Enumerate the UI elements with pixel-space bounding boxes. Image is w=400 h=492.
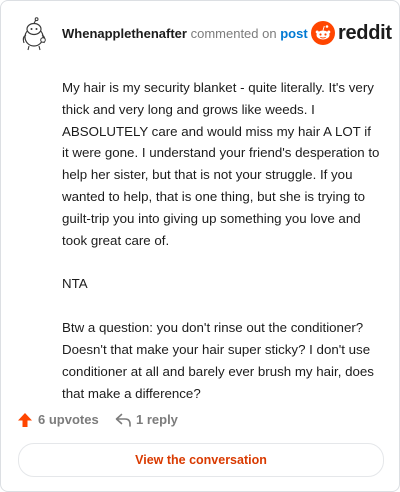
view-conversation-button[interactable]: View the conversation bbox=[18, 443, 384, 477]
reply-count: 1 reply bbox=[136, 412, 178, 427]
reddit-logo-icon bbox=[311, 21, 335, 45]
comment-paragraph-1: My hair is my security blanket - quite l… bbox=[62, 80, 380, 248]
reddit-wordmark: reddit bbox=[338, 22, 392, 44]
reply-arrow-icon bbox=[115, 413, 131, 427]
comment-body: My hair is my security blanket - quite l… bbox=[62, 77, 380, 426]
upvote-button[interactable]: 6 upvotes bbox=[17, 410, 101, 430]
snoo-avatar-icon[interactable] bbox=[17, 17, 51, 51]
commented-on-text: commented on bbox=[190, 26, 277, 41]
comment-meta: Whenapplethenafter commented on post bbox=[62, 26, 308, 42]
comment-paragraph-2: NTA bbox=[62, 276, 88, 292]
upvote-arrow-icon bbox=[18, 413, 32, 427]
post-link[interactable]: post bbox=[280, 26, 307, 41]
comment-header: Whenapplethenafter commented on post red… bbox=[1, 1, 399, 65]
reply-button[interactable]: 1 reply bbox=[115, 410, 185, 430]
upvote-count: 6 upvotes bbox=[38, 412, 99, 427]
comment-paragraph-3: Btw a question: you don't rinse out the … bbox=[62, 320, 374, 401]
comment-card: Whenapplethenafter commented on post red… bbox=[0, 0, 400, 492]
username-link[interactable]: Whenapplethenafter bbox=[62, 26, 187, 41]
